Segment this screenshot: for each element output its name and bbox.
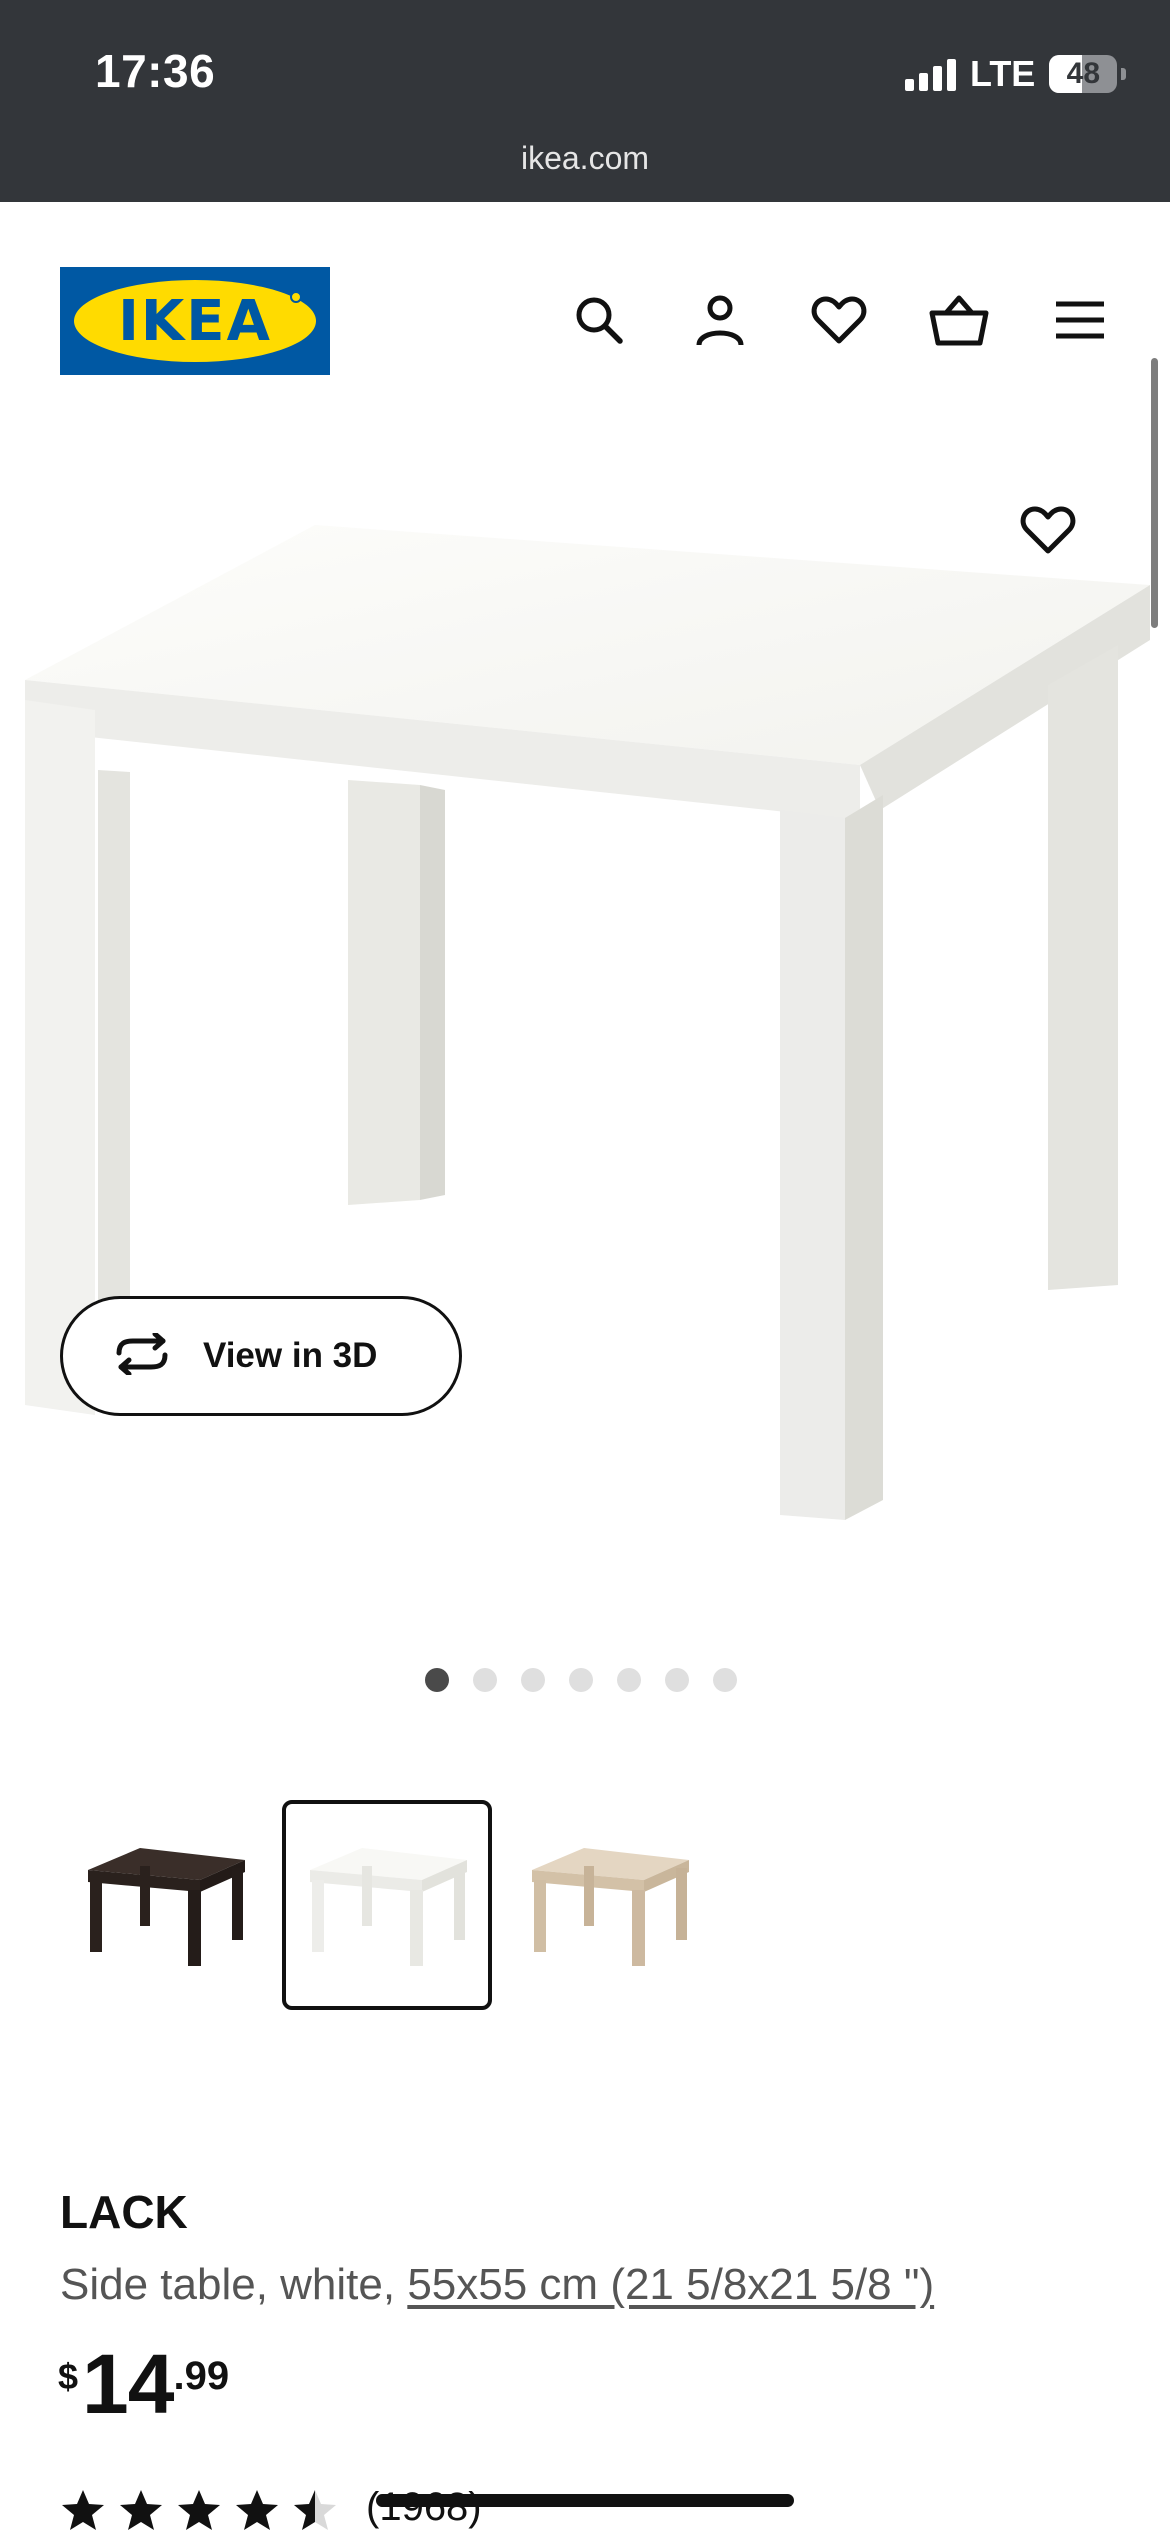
gallery-dot[interactable] (569, 1668, 593, 1692)
gallery-dot[interactable] (617, 1668, 641, 1692)
account-icon[interactable] (690, 290, 750, 350)
rotate-3d-icon (111, 1331, 173, 1380)
price-decimal: .99 (173, 2354, 230, 2398)
signal-icon (905, 57, 956, 91)
view-in-3d-button[interactable]: View in 3D (60, 1296, 462, 1416)
battery-level: 48 (1066, 57, 1101, 90)
price-integer: 14 (82, 2337, 174, 2431)
product-price: $ 14 .99 (58, 2342, 229, 2426)
battery-icon: 48 (1049, 55, 1127, 93)
product-description: Side table, white, 55x55 cm (21 5/8x21 5… (60, 2260, 934, 2310)
menu-icon[interactable] (1050, 290, 1110, 350)
product-type: Side table, white, (60, 2260, 408, 2309)
gallery-pagination (425, 1668, 737, 1692)
gallery-dot[interactable] (473, 1668, 497, 1692)
address-bar-url[interactable]: ikea.com (0, 140, 1170, 177)
logo-text: IKEA (118, 288, 272, 354)
gallery-dot[interactable] (521, 1668, 545, 1692)
search-icon[interactable] (569, 290, 629, 350)
star-icon (178, 2490, 220, 2530)
gallery-dot[interactable] (665, 1668, 689, 1692)
variant-thumb-white-stained-oak[interactable] (504, 1800, 714, 2010)
browser-top-bar: 17:36 LTE 48 ikea.com (0, 0, 1170, 202)
variant-thumb-black-brown[interactable] (60, 1800, 270, 2010)
ikea-logo[interactable]: IKEA (60, 267, 330, 375)
star-icon (120, 2490, 162, 2530)
status-indicators: LTE 48 (905, 52, 1127, 96)
review-count[interactable]: (1968) (366, 2485, 482, 2530)
product-name: LACK (60, 2186, 188, 2238)
product-dimensions-link[interactable]: 55x55 cm (21 5/8x21 5/8 ") (407, 2260, 934, 2309)
home-indicator (376, 2494, 794, 2507)
basket-icon[interactable] (929, 290, 989, 350)
gallery-dot[interactable] (713, 1668, 737, 1692)
star-icon (62, 2490, 104, 2530)
status-time: 17:36 (95, 45, 216, 97)
network-type: LTE (970, 53, 1036, 94)
variant-thumb-white[interactable] (282, 1800, 492, 2010)
half-star-icon (294, 2490, 336, 2530)
price-currency: $ (58, 2356, 79, 2397)
star-icon (236, 2490, 278, 2530)
view-in-3d-label: View in 3D (203, 1336, 378, 1375)
heart-icon[interactable] (809, 290, 869, 350)
gallery-dot[interactable] (425, 1668, 449, 1692)
favorite-heart-icon[interactable] (1020, 505, 1080, 565)
